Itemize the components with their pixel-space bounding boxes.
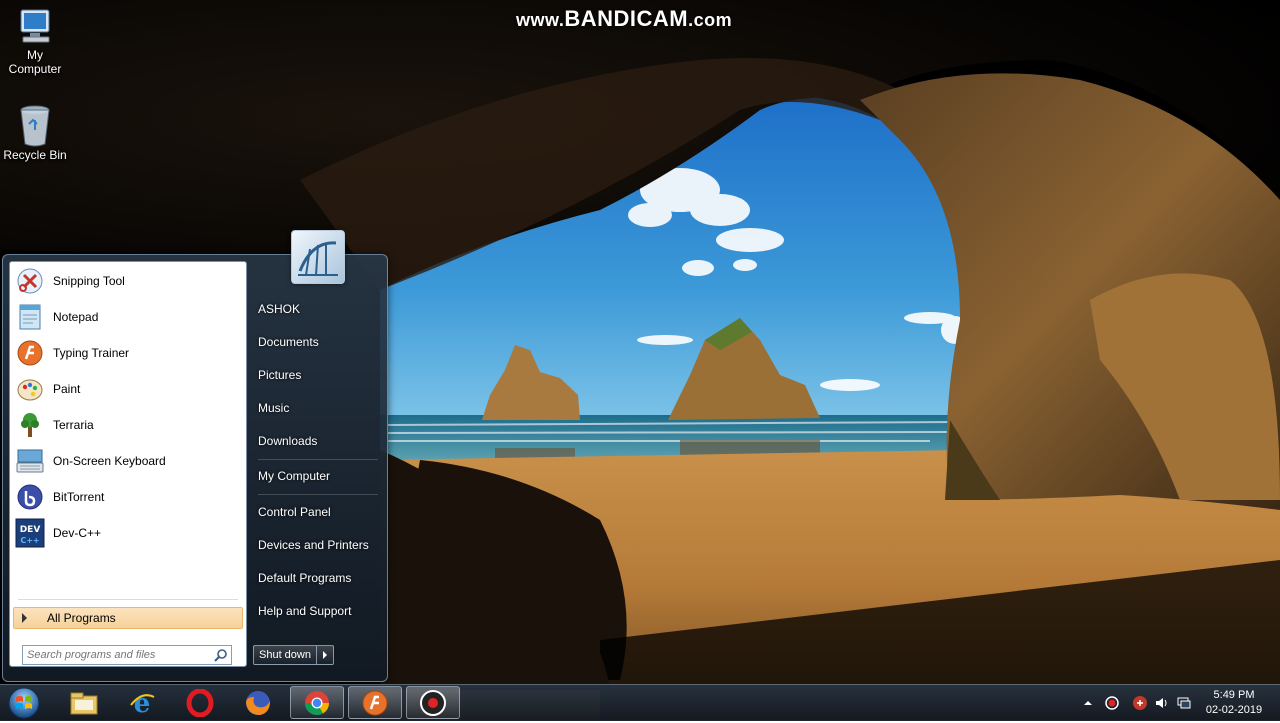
program-snipping-tool[interactable]: Snipping Tool xyxy=(13,264,243,298)
start-menu: Snipping Tool Notepad Typing Trainer Pai… xyxy=(2,230,388,682)
snipping-tool-icon xyxy=(17,268,43,294)
antivirus-icon[interactable] xyxy=(1132,695,1148,711)
recycle-bin-icon xyxy=(20,105,50,147)
shutdown-group: Shut down xyxy=(253,645,334,665)
place-user-folder[interactable]: ASHOK xyxy=(252,296,382,322)
start-button[interactable] xyxy=(4,686,44,720)
bandicam-watermark: www.BANDICAM.com xyxy=(516,6,732,32)
terraria-icon xyxy=(21,413,39,437)
devcpp-icon: DEV C++ xyxy=(15,518,45,548)
chevron-right-icon xyxy=(22,613,27,623)
taskbar-windows-explorer[interactable] xyxy=(57,686,111,719)
desktop-icon-label: My xyxy=(27,48,43,62)
program-on-screen-keyboard[interactable]: On-Screen Keyboard xyxy=(13,444,243,478)
place-music[interactable]: Music xyxy=(252,395,382,421)
program-label: Snipping Tool xyxy=(53,274,125,288)
system-tray: 5:49 PM 02-02-2019 xyxy=(1080,685,1280,721)
watermark-suffix: .com xyxy=(688,10,733,30)
taskbar-firefox[interactable] xyxy=(231,686,285,719)
place-pictures[interactable]: Pictures xyxy=(252,362,382,388)
program-typing-trainer[interactable]: Typing Trainer xyxy=(13,336,243,370)
firefox-icon xyxy=(246,690,270,715)
opera-icon xyxy=(186,688,214,717)
taskbar-bandicam[interactable] xyxy=(406,686,460,719)
keyboard-icon xyxy=(16,449,44,473)
program-terraria[interactable]: Terraria xyxy=(13,408,243,442)
program-label: Notepad xyxy=(53,310,99,324)
taskbar: e 5:49 PM 02-02-2019 xyxy=(0,684,1280,721)
program-label: Dev-C++ xyxy=(53,526,102,540)
clock-time: 5:49 PM xyxy=(1213,689,1255,701)
show-hidden-icons-icon[interactable] xyxy=(1080,695,1096,711)
program-label: Terraria xyxy=(53,418,94,432)
bandicam-icon xyxy=(420,689,446,716)
program-notepad[interactable]: Notepad xyxy=(13,300,243,334)
places-divider xyxy=(258,459,378,460)
system-clock[interactable]: 5:49 PM 02-02-2019 xyxy=(1204,688,1264,718)
bittorrent-icon xyxy=(17,484,43,510)
desktop-icon-my-computer[interactable]: My Computer xyxy=(0,8,70,76)
computer-icon xyxy=(20,9,50,43)
all-programs-button[interactable]: All Programs xyxy=(13,607,243,629)
place-my-computer[interactable]: My Computer xyxy=(252,463,382,489)
typing-app-icon xyxy=(362,690,388,715)
svg-text:C++: C++ xyxy=(20,536,39,545)
volume-icon[interactable] xyxy=(1154,695,1170,711)
search-icon[interactable] xyxy=(213,647,229,663)
program-dev-cpp[interactable]: DEV C++ Dev-C++ xyxy=(13,516,243,550)
typing-trainer-icon xyxy=(17,340,43,366)
place-devices-and-printers[interactable]: Devices and Printers xyxy=(252,532,382,558)
all-programs-label: All Programs xyxy=(47,611,116,625)
record-icon[interactable] xyxy=(1104,695,1120,711)
shutdown-options-button[interactable] xyxy=(317,645,334,665)
shutdown-button[interactable]: Shut down xyxy=(253,645,317,665)
start-menu-programs-pane: Snipping Tool Notepad Typing Trainer Pai… xyxy=(9,261,247,667)
place-control-panel[interactable]: Control Panel xyxy=(252,499,382,525)
place-documents[interactable]: Documents xyxy=(252,329,382,355)
program-label: Typing Trainer xyxy=(53,346,130,360)
network-icon[interactable] xyxy=(1176,695,1192,711)
taskbar-typing-app[interactable] xyxy=(348,686,402,719)
taskbar-internet-explorer[interactable]: e xyxy=(115,686,169,719)
program-bittorrent[interactable]: BitTorrent xyxy=(13,480,243,514)
clock-date: 02-02-2019 xyxy=(1205,704,1263,716)
desktop-icon-label: Recycle Bin xyxy=(3,148,67,162)
place-help-and-support[interactable]: Help and Support xyxy=(252,598,382,624)
programs-divider xyxy=(18,599,238,600)
internet-explorer-icon: e xyxy=(130,689,155,717)
chevron-right-icon xyxy=(323,651,327,659)
places-divider xyxy=(258,494,378,495)
svg-text:e: e xyxy=(134,689,151,717)
paint-icon xyxy=(17,379,43,401)
watermark-prefix: www. xyxy=(516,10,565,30)
program-label: On-Screen Keyboard xyxy=(53,454,166,468)
program-label: BitTorrent xyxy=(53,490,105,504)
svg-text:DEV: DEV xyxy=(20,525,41,535)
program-paint[interactable]: Paint xyxy=(13,372,243,406)
windows-logo-icon xyxy=(8,687,40,719)
taskbar-chrome[interactable] xyxy=(290,686,344,719)
search-programs-box[interactable] xyxy=(22,645,232,665)
chrome-icon xyxy=(305,690,329,715)
program-label: Paint xyxy=(53,382,81,396)
desktop-icon-label: Computer xyxy=(8,62,62,76)
place-downloads[interactable]: Downloads xyxy=(252,428,382,454)
desktop-icon-recycle-bin[interactable]: Recycle Bin xyxy=(0,104,70,162)
place-default-programs[interactable]: Default Programs xyxy=(252,565,382,591)
search-input[interactable] xyxy=(23,647,213,663)
user-picture-icon xyxy=(298,241,338,276)
taskbar-opera[interactable] xyxy=(173,686,227,719)
notepad-icon xyxy=(19,304,41,330)
watermark-brand: BANDICAM xyxy=(564,6,689,31)
windows-explorer-icon xyxy=(70,692,98,714)
user-account-picture[interactable] xyxy=(291,230,345,284)
